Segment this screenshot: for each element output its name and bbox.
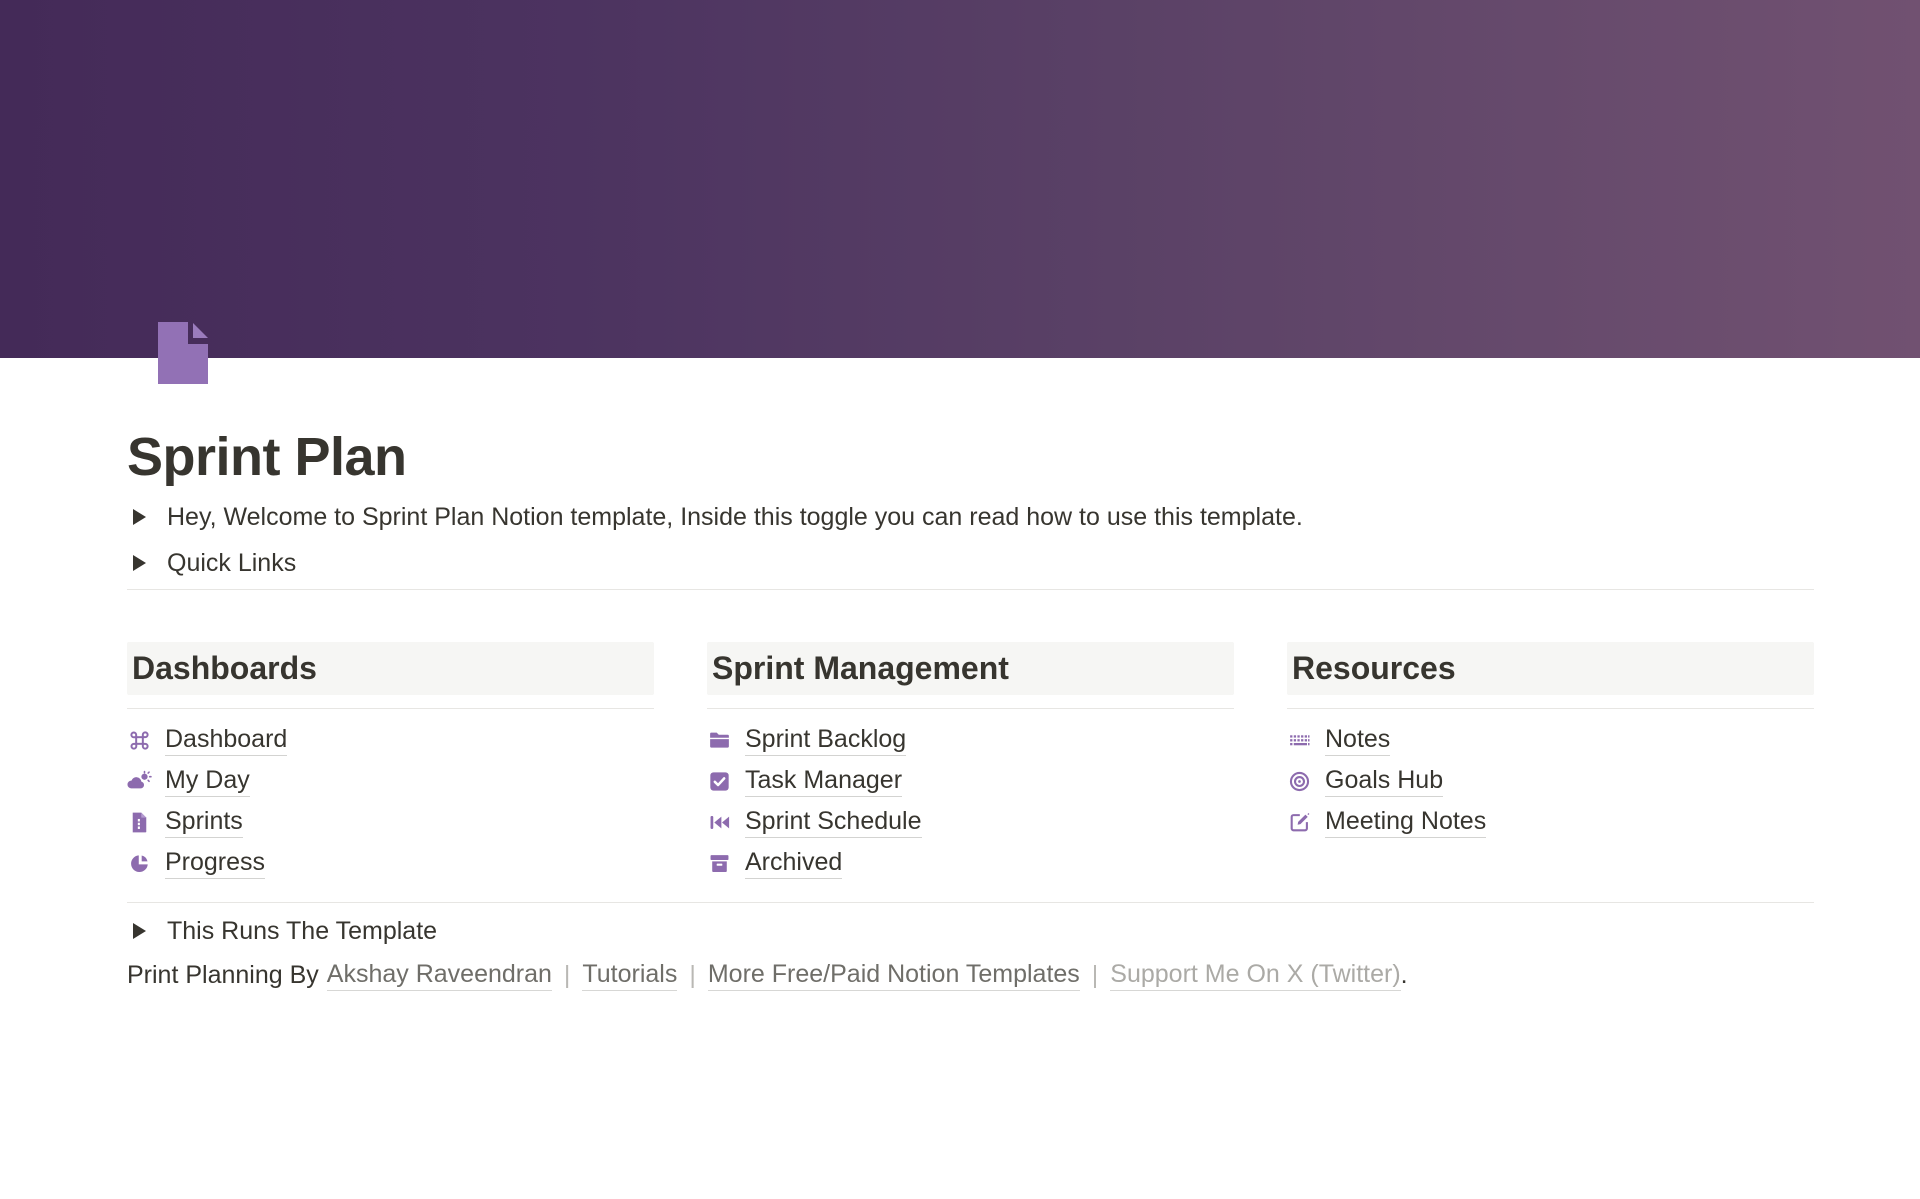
page-link-label: Sprint Schedule	[745, 807, 922, 838]
divider	[127, 589, 1814, 590]
toggle-triangle-icon	[133, 555, 146, 571]
page-link-sprint-schedule[interactable]: Sprint Schedule	[707, 802, 1234, 843]
column-header: Dashboards	[127, 642, 654, 695]
page-link-label: Progress	[165, 848, 265, 879]
archive-icon	[707, 851, 732, 876]
folder-icon	[707, 728, 732, 753]
footer-link-tutorials[interactable]: Tutorials	[582, 960, 677, 991]
cover-image[interactable]	[0, 0, 1920, 358]
toggle-welcome[interactable]: Hey, Welcome to Sprint Plan Notion templ…	[127, 494, 1814, 540]
divider	[127, 708, 654, 709]
column-header: Sprint Management	[707, 642, 1234, 695]
page-link-label: Notes	[1325, 725, 1390, 756]
column-resources: Resources	[1287, 642, 1814, 884]
footer-link-support-x[interactable]: Support Me On X (Twitter)	[1110, 960, 1400, 991]
toggle-triangle-icon	[133, 923, 146, 939]
toggle-runs-template-label: This Runs The Template	[167, 917, 437, 946]
footer-prefix: Print Planning By	[127, 961, 319, 990]
page-link-sprints[interactable]: Sprints	[127, 802, 654, 843]
keyboard-icon	[1287, 728, 1312, 753]
footer-separator: |	[1092, 961, 1099, 990]
checkbox-checked-icon	[707, 769, 732, 794]
page-link-archived[interactable]: Archived	[707, 843, 1234, 884]
toggle-welcome-label: Hey, Welcome to Sprint Plan Notion templ…	[167, 503, 1303, 532]
page-title: Sprint Plan	[127, 422, 1814, 492]
page-lines-icon	[127, 810, 152, 835]
page-content: Sprint Plan Hey, Welcome to Sprint Plan …	[127, 358, 1814, 991]
page-link-label: Archived	[745, 848, 842, 879]
toggle-quick-links-label: Quick Links	[167, 549, 296, 578]
page-link-label: Dashboard	[165, 725, 287, 756]
page-link-notes[interactable]: Notes	[1287, 720, 1814, 761]
pie-chart-icon	[127, 851, 152, 876]
page-link-label: Sprints	[165, 807, 243, 838]
link-columns: Dashboards	[127, 642, 1814, 884]
footer-suffix: .	[1401, 961, 1408, 990]
page-link-goals-hub[interactable]: Goals Hub	[1287, 761, 1814, 802]
column-header-label: Sprint Management	[712, 650, 1009, 687]
footer-credits: Print Planning By Akshay Raveendran | Tu…	[127, 960, 1814, 991]
page-link-label: Goals Hub	[1325, 766, 1443, 797]
toggle-triangle-icon	[133, 509, 146, 525]
rewind-icon	[707, 810, 732, 835]
footer-link-more-templates[interactable]: More Free/Paid Notion Templates	[708, 960, 1080, 991]
column-header-label: Dashboards	[132, 650, 317, 687]
notion-page: Sprint Plan Hey, Welcome to Sprint Plan …	[0, 0, 1920, 1199]
page-link-progress[interactable]: Progress	[127, 843, 654, 884]
divider	[1287, 708, 1814, 709]
divider	[707, 708, 1234, 709]
target-icon	[1287, 769, 1312, 794]
toggle-quick-links[interactable]: Quick Links	[127, 540, 1814, 586]
page-link-label: My Day	[165, 766, 250, 797]
edit-square-icon	[1287, 810, 1312, 835]
column-header-label: Resources	[1292, 650, 1456, 687]
command-icon	[127, 728, 152, 753]
divider	[127, 902, 1814, 903]
sun-cloud-icon	[127, 769, 152, 794]
column-sprint-management: Sprint Management Sprint Backlog	[707, 642, 1234, 884]
page-link-sprint-backlog[interactable]: Sprint Backlog	[707, 720, 1234, 761]
footer-separator: |	[564, 961, 571, 990]
page-link-label: Task Manager	[745, 766, 902, 797]
page-link-label: Sprint Backlog	[745, 725, 906, 756]
page-link-task-manager[interactable]: Task Manager	[707, 761, 1234, 802]
page-link-meeting-notes[interactable]: Meeting Notes	[1287, 802, 1814, 843]
footer-separator: |	[689, 961, 696, 990]
footer-link-author[interactable]: Akshay Raveendran	[327, 960, 552, 991]
page-link-dashboard[interactable]: Dashboard	[127, 720, 654, 761]
page-link-my-day[interactable]: My Day	[127, 761, 654, 802]
toggle-runs-template[interactable]: This Runs The Template	[127, 908, 1814, 954]
page-link-label: Meeting Notes	[1325, 807, 1486, 838]
column-dashboards: Dashboards	[127, 642, 654, 884]
column-header: Resources	[1287, 642, 1814, 695]
